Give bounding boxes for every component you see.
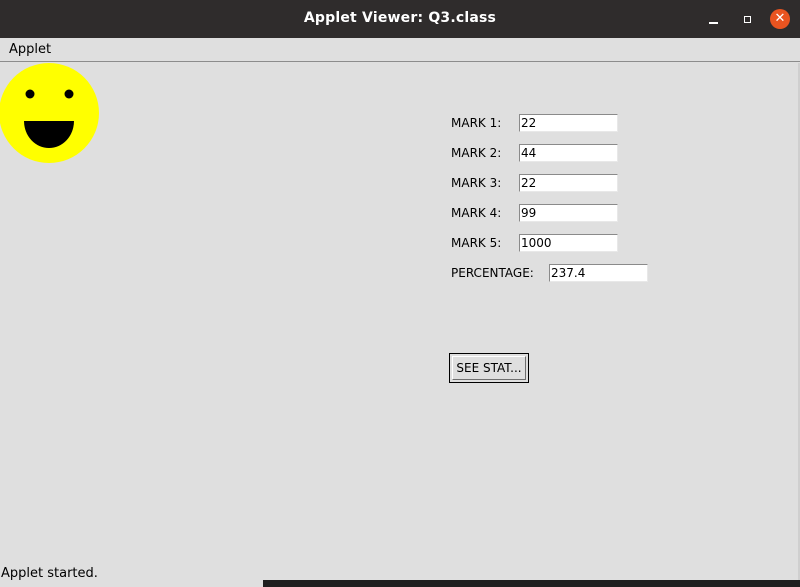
percentage-label: PERCENTAGE: <box>451 266 534 280</box>
window-title: Applet Viewer: Q3.class <box>303 10 497 26</box>
mark-4-label: MARK 4: <box>451 206 502 220</box>
minimize-icon <box>708 22 718 24</box>
right-eye <box>64 89 74 99</box>
applet-viewer-window: Applet Viewer: Q3.class ✕ Applet MARK 1:… <box>0 0 800 587</box>
face-circle <box>0 63 99 163</box>
mark-4-field[interactable]: 99 <box>519 204 618 222</box>
status-text: Applet started. <box>1 566 98 581</box>
mark-1-label: MARK 1: <box>451 116 502 130</box>
menu-applet[interactable]: Applet <box>9 42 51 57</box>
left-eye <box>25 89 35 99</box>
mark-2-label: MARK 2: <box>451 146 502 160</box>
mark-1-field[interactable]: 22 <box>519 114 618 132</box>
menu-bar: Applet <box>0 38 800 62</box>
minimize-button[interactable] <box>703 9 723 29</box>
maximize-icon <box>743 15 751 23</box>
title-bar[interactable]: Applet Viewer: Q3.class ✕ <box>0 0 800 38</box>
mark-2-field[interactable]: 44 <box>519 144 618 162</box>
percentage-field[interactable]: 237.4 <box>549 264 648 282</box>
mark-3-field[interactable]: 22 <box>519 174 618 192</box>
maximize-button[interactable] <box>737 9 757 29</box>
mark-5-label: MARK 5: <box>451 236 502 250</box>
close-button[interactable]: ✕ <box>770 9 790 29</box>
taskbar-strip <box>263 580 800 587</box>
mark-3-label: MARK 3: <box>451 176 502 190</box>
mark-5-field[interactable]: 1000 <box>519 234 618 252</box>
see-stat-button-label: SEE STAT... <box>452 356 526 380</box>
see-stat-button[interactable]: SEE STAT... <box>449 353 529 383</box>
applet-canvas: MARK 1: 22 MARK 2: 44 MARK 3: 22 MARK 4:… <box>0 63 800 563</box>
close-icon: ✕ <box>774 11 786 26</box>
smiley-face-icon <box>0 63 99 163</box>
